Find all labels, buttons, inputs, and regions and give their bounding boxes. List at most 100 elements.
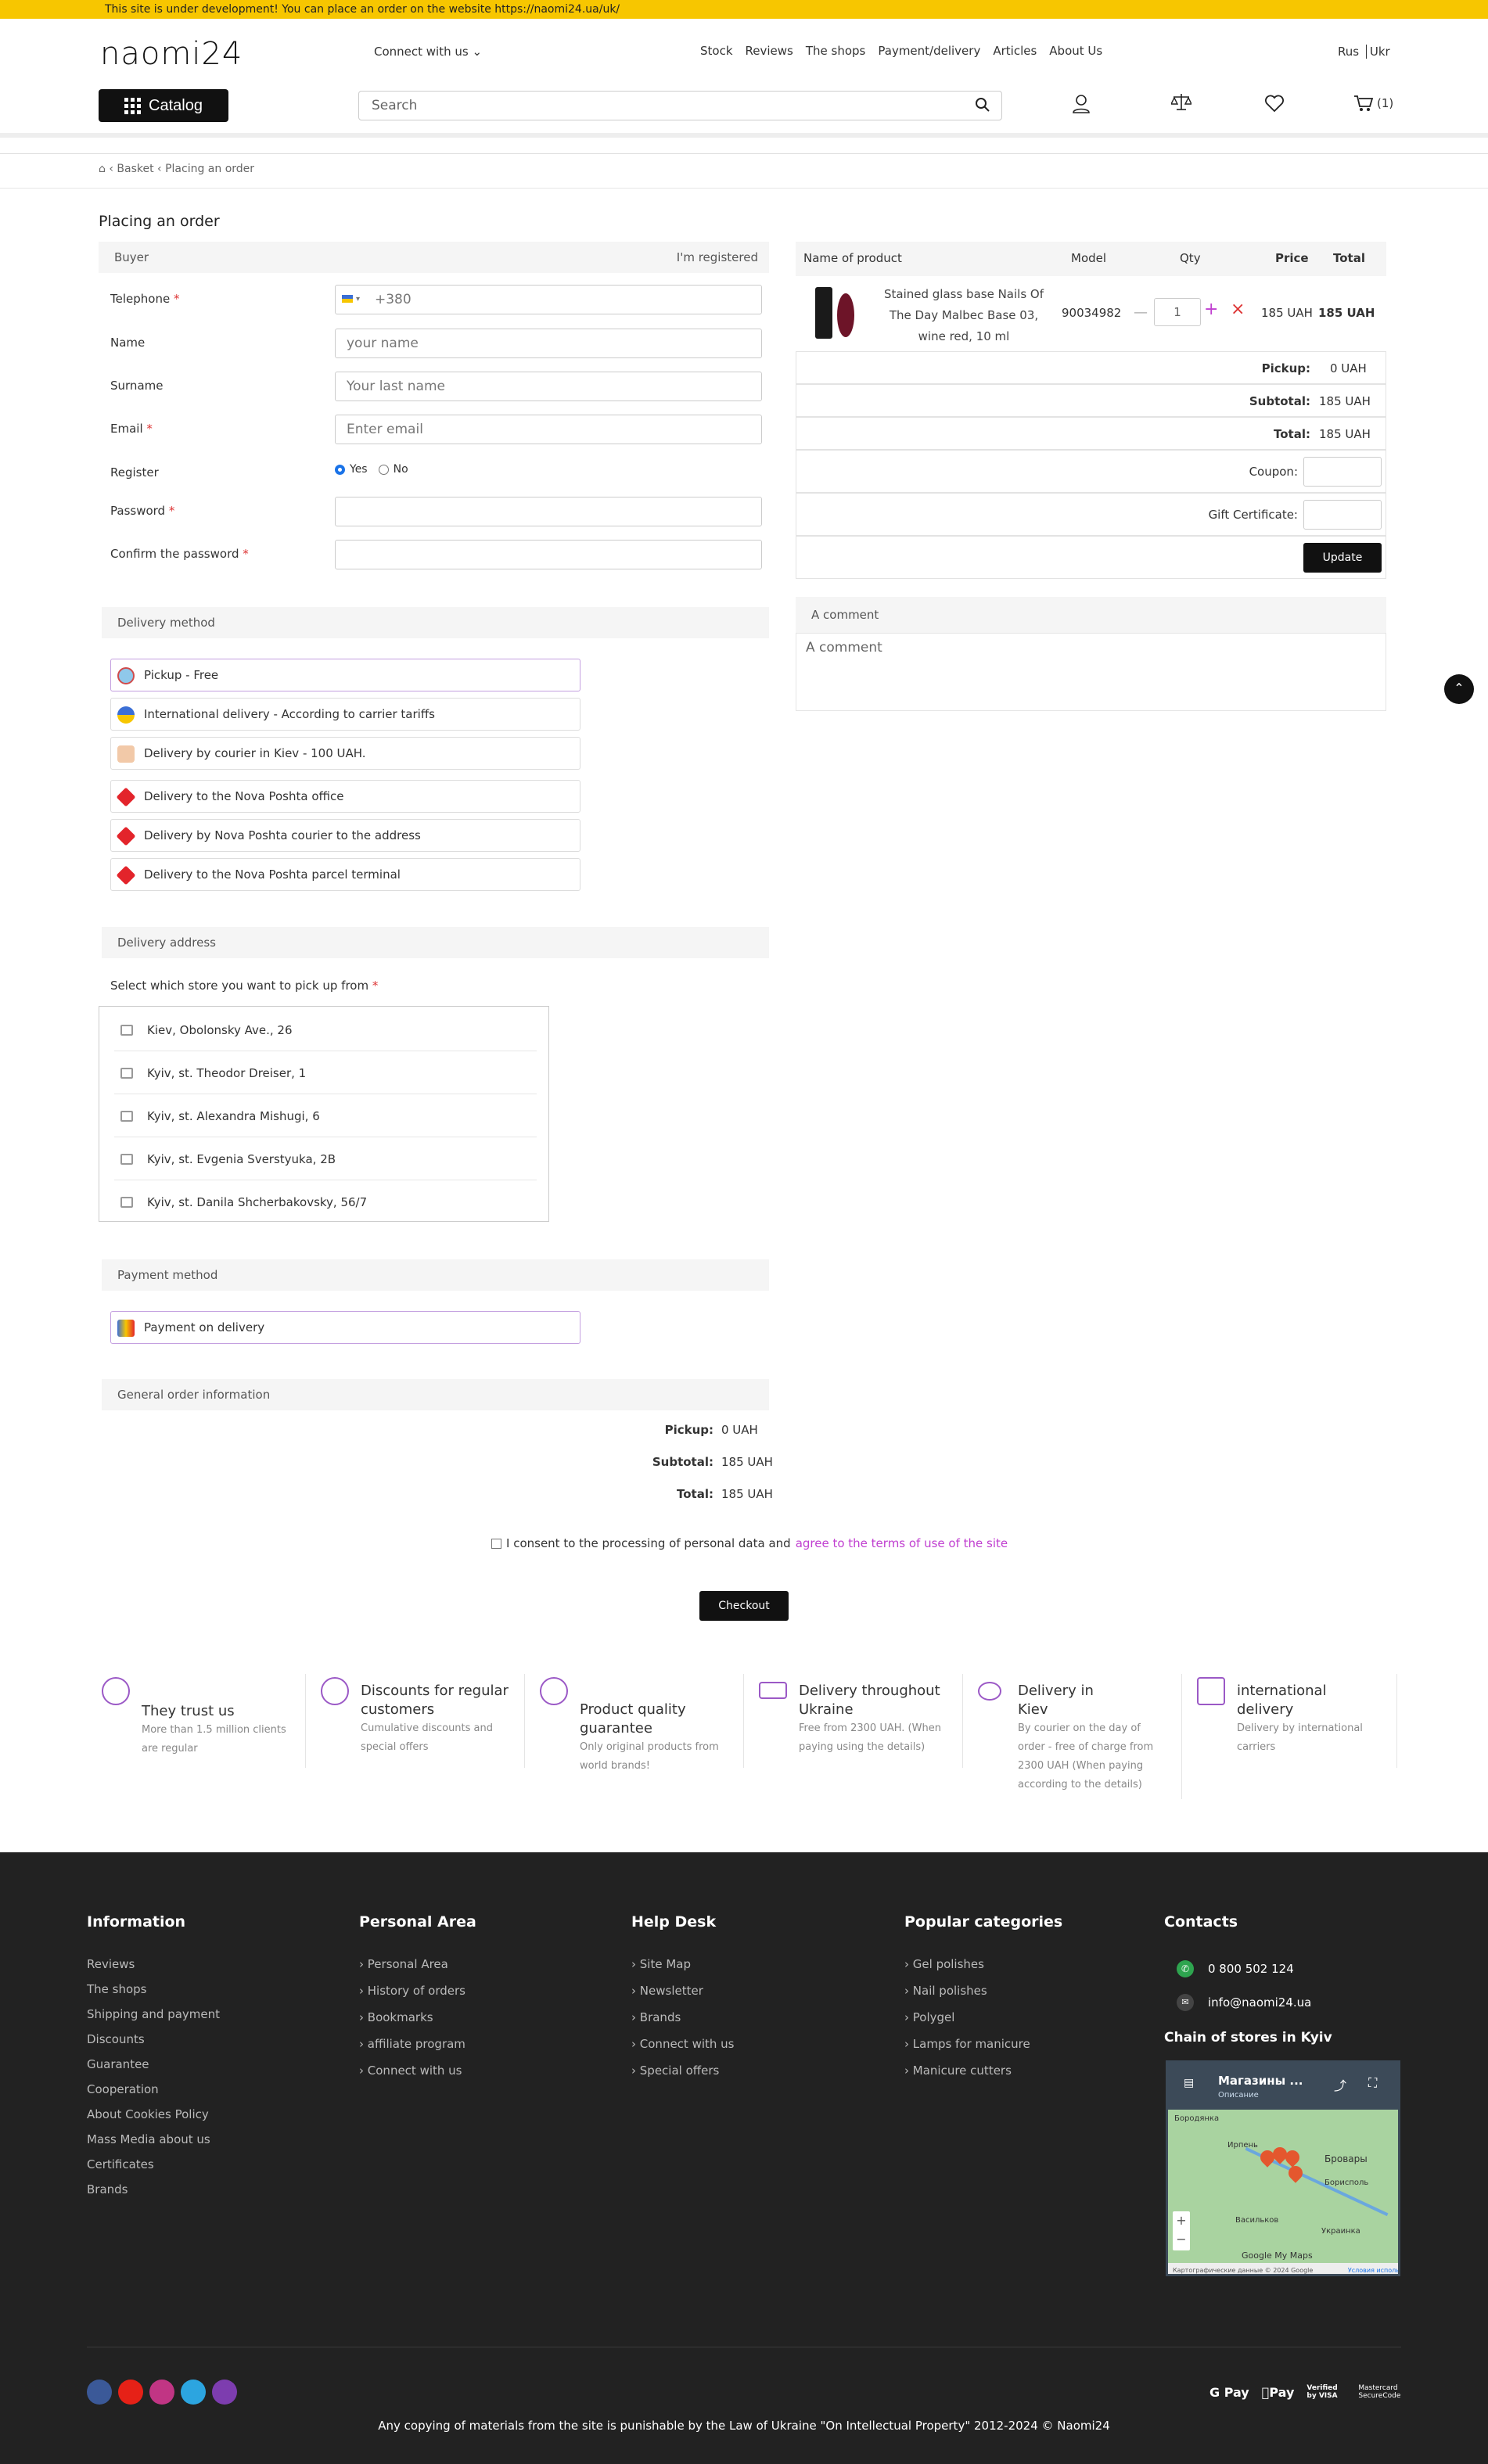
delivery-option-courier-kiev[interactable]: Delivery by courier in Kiev - 100 UAH. xyxy=(110,737,580,770)
map-sidebar-icon[interactable]: ▤ xyxy=(1184,2077,1194,2089)
store-option[interactable]: Kiev, Obolonsky Ave., 26 xyxy=(114,1009,537,1051)
payment-option-on-delivery[interactable]: Payment on delivery xyxy=(110,1311,580,1344)
payment-logos: G Pay Pay Verified by VISA Mastercard S… xyxy=(1209,2384,1413,2400)
consent-checkbox[interactable] xyxy=(491,1538,501,1549)
confirm-password-field[interactable] xyxy=(335,540,762,569)
nav-payment-delivery[interactable]: Payment/delivery xyxy=(878,44,980,58)
map-terms-link[interactable]: Условия исполь xyxy=(1348,2263,1398,2274)
footer-link[interactable]: Polygel xyxy=(913,2010,955,2024)
col-name: Name of product xyxy=(803,251,902,265)
surname-field[interactable]: Your last name xyxy=(335,372,762,401)
cart-button[interactable]: (1) xyxy=(1353,94,1393,113)
store-option[interactable]: Kyiv, st. Theodor Dreiser, 1 xyxy=(114,1052,537,1094)
update-button[interactable]: Update xyxy=(1303,543,1382,573)
home-icon[interactable]: ⌂ xyxy=(99,163,106,175)
map-zoom-control[interactable]: + − xyxy=(1173,2211,1190,2250)
chevron-down-icon: ▾ xyxy=(356,295,361,304)
qty-minus-icon[interactable]: — xyxy=(1134,304,1148,321)
coupon-input[interactable] xyxy=(1303,457,1382,487)
remove-item-icon[interactable]: × xyxy=(1231,300,1245,319)
general-total-value: 185 UAH xyxy=(721,1487,773,1501)
footer-link[interactable]: Lamps for manicure xyxy=(913,2037,1030,2051)
checkout-button[interactable]: Checkout xyxy=(699,1591,789,1621)
store-option[interactable]: Kyiv, st. Danila Shcherbakovsky, 56/7 xyxy=(114,1181,537,1223)
site-logo[interactable]: naomi24 xyxy=(100,36,243,72)
qty-input[interactable]: 1 xyxy=(1154,298,1201,326)
stores-map[interactable]: ▤ Магазины ... Описание ⤴ ⛶ Бородянка Ир… xyxy=(1166,2060,1400,2276)
instagram-icon[interactable] xyxy=(149,2380,174,2405)
viber-icon[interactable] xyxy=(212,2380,237,2405)
telephone-field[interactable]: ▾ +380 xyxy=(335,285,762,314)
footer-link[interactable]: Discounts xyxy=(87,2032,220,2046)
delivery-option-nova-terminal[interactable]: Delivery to the Nova Poshta parcel termi… xyxy=(110,858,580,891)
share-icon[interactable]: ⤴ xyxy=(1334,2075,1346,2094)
footer-link[interactable]: Newsletter xyxy=(640,1984,703,1998)
search-icon[interactable] xyxy=(975,97,990,113)
fullscreen-icon[interactable]: ⛶ xyxy=(1368,2075,1377,2091)
footer-link[interactable]: Personal Area xyxy=(368,1957,448,1971)
delivery-option-pickup[interactable]: Pickup - Free xyxy=(110,659,580,691)
lang-rus[interactable]: Rus xyxy=(1338,45,1359,59)
footer-link[interactable]: Manicure cutters xyxy=(913,2064,1012,2078)
ukraine-flag-icon[interactable] xyxy=(342,295,353,303)
compare-icon[interactable] xyxy=(1171,92,1191,113)
language-switch: Rus Ukr xyxy=(1338,45,1390,59)
footer-link[interactable]: Gel polishes xyxy=(913,1957,984,1971)
email-field[interactable]: Enter email xyxy=(335,415,762,444)
store-option[interactable]: Kyiv, st. Evgenia Sverstyuka, 2B xyxy=(114,1138,537,1180)
footer-link[interactable]: Special offers xyxy=(640,2064,720,2078)
footer-link[interactable]: About Cookies Policy xyxy=(87,2107,220,2121)
nav-stock[interactable]: Stock xyxy=(700,44,733,58)
footer-link[interactable]: Connect with us xyxy=(640,2037,735,2051)
footer-link[interactable]: Connect with us xyxy=(368,2064,462,2078)
wishlist-heart-icon[interactable] xyxy=(1264,94,1285,113)
delivery-option-nova-courier[interactable]: Delivery by Nova Poshta courier to the a… xyxy=(110,819,580,852)
qty-plus-icon[interactable]: + xyxy=(1204,300,1218,319)
scroll-top-button[interactable]: ⌃ xyxy=(1444,674,1474,704)
footer-popular-list: › Gel polishes › Nail polishes › Polygel… xyxy=(904,1957,1030,2078)
nav-shops[interactable]: The shops xyxy=(806,44,866,58)
nav-reviews[interactable]: Reviews xyxy=(746,44,793,58)
breadcrumb-basket[interactable]: Basket xyxy=(117,163,153,175)
user-icon[interactable] xyxy=(1072,94,1091,114)
footer-link[interactable]: Brands xyxy=(640,2010,681,2024)
gift-input[interactable] xyxy=(1303,500,1382,530)
youtube-icon[interactable] xyxy=(118,2380,143,2405)
password-field[interactable] xyxy=(335,497,762,526)
register-no-radio[interactable] xyxy=(378,464,389,475)
delivery-option-nova-office[interactable]: Delivery to the Nova Poshta office xyxy=(110,780,580,813)
terms-link[interactable]: agree to the terms of use of the site xyxy=(796,1536,1008,1550)
catalog-button[interactable]: Catalog xyxy=(99,89,228,122)
nav-articles[interactable]: Articles xyxy=(993,44,1037,58)
footer-phone[interactable]: 0 800 502 124 xyxy=(1208,1962,1294,1976)
delivery-option-international[interactable]: International delivery - According to ca… xyxy=(110,698,580,731)
lang-ukr[interactable]: Ukr xyxy=(1370,45,1390,59)
facebook-icon[interactable] xyxy=(87,2380,112,2405)
footer-link[interactable]: Bookmarks xyxy=(368,2010,433,2024)
telegram-icon[interactable] xyxy=(181,2380,206,2405)
footer-link[interactable]: Reviews xyxy=(87,1957,220,1971)
register-yes-radio[interactable] xyxy=(335,464,345,475)
map-title: Магазины ... xyxy=(1218,2074,1303,2088)
nav-about[interactable]: About Us xyxy=(1049,44,1102,58)
name-field[interactable]: your name xyxy=(335,329,762,358)
footer-link[interactable]: Nail polishes xyxy=(913,1984,987,1998)
product-name-link[interactable]: Stained glass base Nails Of The Day Malb… xyxy=(874,284,1054,347)
footer-link[interactable]: Site Map xyxy=(640,1957,691,1971)
search-input[interactable]: Search xyxy=(358,91,1002,120)
footer-link[interactable]: Shipping and payment xyxy=(87,2007,220,2021)
footer-link[interactable]: affiliate program xyxy=(368,2037,465,2051)
footer-email[interactable]: info@naomi24.ua xyxy=(1208,1995,1311,2010)
im-registered-link[interactable]: I'm registered xyxy=(677,242,758,273)
store-option[interactable]: Kyiv, st. Alexandra Mishugi, 6 xyxy=(114,1095,537,1137)
comment-textarea[interactable]: A comment xyxy=(796,633,1386,711)
footer-link[interactable]: Certificates xyxy=(87,2157,220,2171)
connect-with-us-dropdown[interactable]: Connect with us ⌄ xyxy=(374,45,482,59)
footer-link[interactable]: Cooperation xyxy=(87,2082,220,2096)
footer-link[interactable]: Brands xyxy=(87,2182,220,2196)
footer-link[interactable]: Mass Media about us xyxy=(87,2132,220,2146)
footer-link[interactable]: The shops xyxy=(87,1982,220,1996)
footer-link[interactable]: History of orders xyxy=(368,1984,465,1998)
footer-link[interactable]: Guarantee xyxy=(87,2057,220,2071)
product-image[interactable] xyxy=(814,287,857,339)
